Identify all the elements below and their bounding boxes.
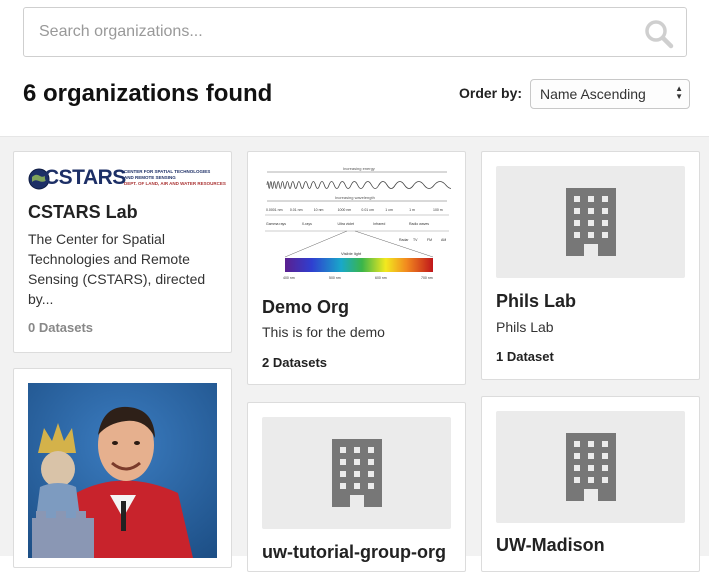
order-by-selected-value: Name Ascending (540, 86, 646, 102)
radio-band-label: FM (427, 238, 432, 242)
org-card-demo-org[interactable]: Increasing energy Increasing wavelength … (247, 151, 466, 385)
building-icon (565, 433, 616, 501)
org-title[interactable]: CSTARS Lab (28, 202, 138, 223)
search-icon (645, 20, 674, 49)
spectrum-band-label: Ultra violet (338, 222, 355, 226)
wavelength-scale-label: 1 cm (385, 208, 393, 212)
org-dataset-count: 2 Datasets (262, 355, 328, 370)
org-title[interactable]: Phils Lab (496, 291, 576, 312)
wavelength-scale-label: 100 m (433, 208, 443, 212)
org-title[interactable]: uw-tutorial-group-org (262, 542, 446, 563)
cstars-logo: CSTARS CENTER FOR SPATIAL TECHNOLOGIES A… (28, 166, 226, 192)
svg-text:Increasing wavelength: Increasing wavelength (335, 195, 375, 200)
visible-scale-label: 700 nm (421, 276, 433, 280)
svg-text:Visible light: Visible light (341, 251, 362, 256)
spectrum-band-label: Radio waves (409, 222, 429, 226)
spectrum-band-label: X-rays (302, 222, 312, 226)
spectrum-band-label: Gamma rays (266, 222, 286, 226)
org-title[interactable]: Demo Org (262, 297, 349, 318)
wavelength-scale-label: 0.0001 nm (266, 208, 283, 212)
visible-scale-label: 600 nm (375, 276, 387, 280)
wavelength-scale-label: 1 m (409, 208, 415, 212)
org-title[interactable]: UW-Madison (496, 535, 605, 556)
org-card-uw-tutorial-group-org[interactable]: uw-tutorial-group-org (247, 402, 466, 572)
search-input[interactable] (24, 8, 624, 56)
org-placeholder-image (262, 417, 451, 529)
results-count-heading: 6 organizations found (23, 80, 273, 107)
order-by-label: Order by: (459, 85, 523, 101)
svg-text:Increasing energy: Increasing energy (343, 166, 375, 171)
org-description: This is for the demo (262, 324, 385, 340)
radio-band-label: TV (413, 238, 418, 242)
spectrum-band-label: Infrared (373, 222, 385, 226)
org-card-cstars[interactable]: CSTARS CENTER FOR SPATIAL TECHNOLOGIES A… (13, 151, 232, 353)
spectrum-image: Increasing energy Increasing wavelength … (265, 166, 451, 280)
building-icon (565, 188, 616, 256)
visible-scale-label: 500 nm (329, 276, 341, 280)
radio-band-label: AM (441, 238, 446, 242)
org-card-photo[interactable] (13, 368, 232, 568)
building-icon (331, 439, 382, 507)
wavelength-scale-label: 0.01 cm (361, 208, 374, 212)
org-description: Phils Lab (496, 319, 554, 335)
org-dataset-count: 1 Dataset (496, 349, 554, 364)
org-card-phils-lab[interactable]: Phils Lab Phils Lab 1 Dataset (481, 151, 700, 380)
wavelength-scale-label: 10 nm (314, 208, 324, 212)
org-card-uw-madison[interactable]: UW-Madison (481, 396, 700, 572)
radio-band-label: Radar (399, 238, 409, 242)
org-placeholder-image (496, 411, 685, 523)
order-by-select[interactable]: Name Ascending ▲ ▼ (530, 79, 690, 109)
wavelength-scale-label: 1000 nm (338, 208, 352, 212)
org-photo-image (28, 383, 217, 558)
select-arrows-icon: ▲ ▼ (675, 84, 683, 101)
search-button[interactable] (644, 19, 674, 49)
org-dataset-count: 0 Datasets (28, 320, 94, 335)
visible-scale-label: 400 nm (283, 276, 295, 280)
search-box (23, 7, 687, 57)
wavelength-scale-label: 0.01 nm (290, 208, 303, 212)
header-area: 6 organizations found Order by: Name Asc… (0, 0, 709, 137)
org-placeholder-image (496, 166, 685, 278)
org-description: The Center for Spatial Technologies and … (28, 231, 206, 307)
